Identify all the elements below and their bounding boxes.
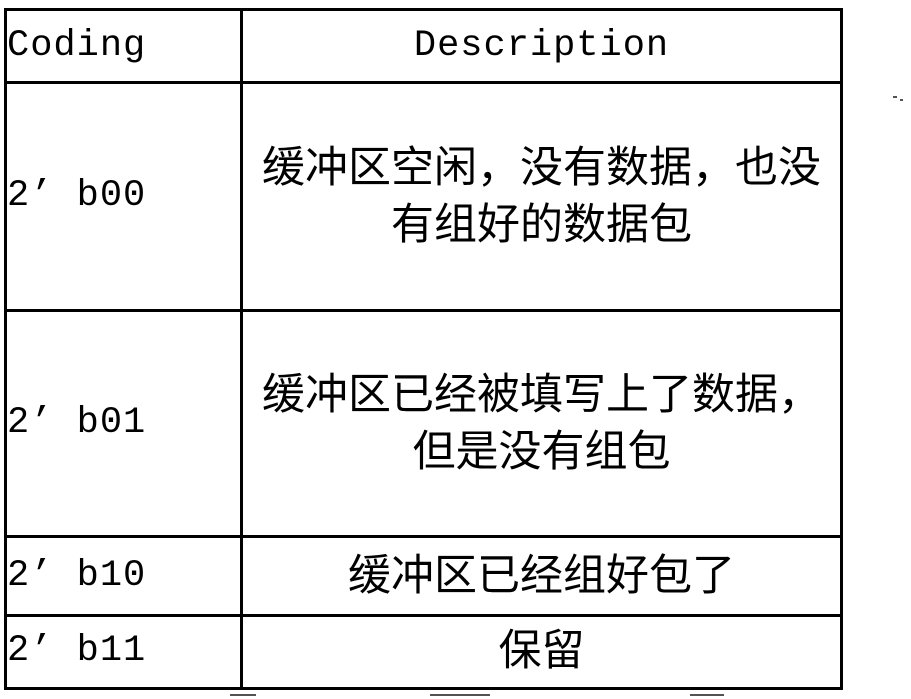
scan-artifact: [430, 694, 490, 696]
scan-artifact: [900, 99, 903, 101]
scan-artifact: [690, 694, 724, 696]
cell-description: 缓冲区已经组好包了: [240, 535, 843, 617]
table-row: 2’ b01 缓冲区已经被填写上了数据，但是没有组包: [4, 309, 843, 539]
scan-artifact: [230, 694, 256, 696]
coding-description-table: Coding Description 2’ b00 缓冲区空闲，没有数据，也没有…: [4, 7, 843, 691]
cell-coding: 2’ b00: [4, 81, 243, 313]
table-row: 2’ b10 缓冲区已经组好包了: [4, 535, 843, 617]
table-row: 2’ b00 缓冲区空闲，没有数据，也没有组好的数据包: [4, 81, 843, 313]
column-header-description: Description: [240, 7, 843, 85]
cell-description: 保留: [240, 613, 843, 691]
scan-artifact: [893, 96, 897, 98]
cell-description: 缓冲区已经被填写上了数据，但是没有组包: [240, 309, 843, 539]
cell-coding: 2’ b10: [4, 535, 243, 617]
scanned-page: Coding Description 2’ b00 缓冲区空闲，没有数据，也没有…: [0, 0, 911, 699]
cell-description: 缓冲区空闲，没有数据，也没有组好的数据包: [240, 81, 843, 313]
table-header-row: Coding Description: [4, 7, 843, 85]
column-header-coding: Coding: [4, 7, 243, 85]
cell-coding: 2’ b11: [4, 613, 243, 691]
table-row: 2’ b11 保留: [4, 613, 843, 691]
cell-coding: 2’ b01: [4, 309, 243, 539]
